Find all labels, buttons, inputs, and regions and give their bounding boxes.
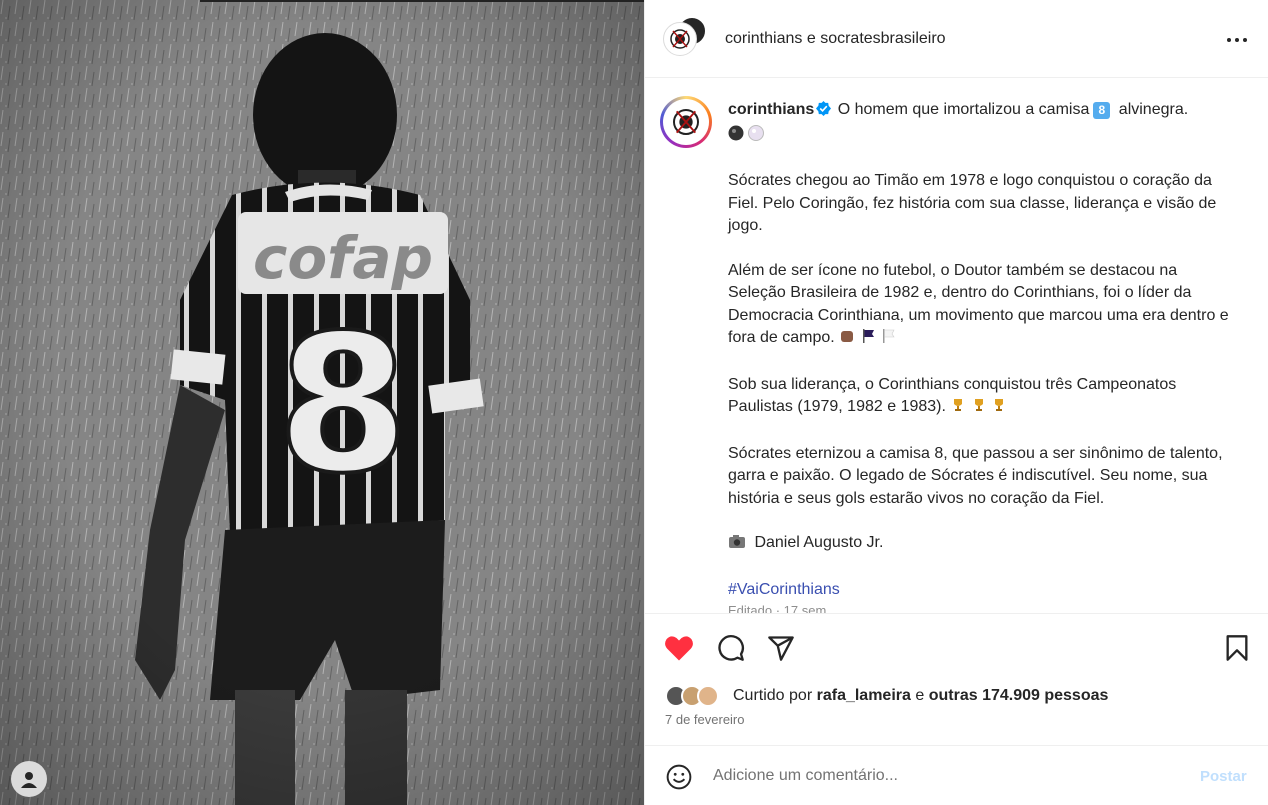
- trophy-emoji: [950, 397, 966, 421]
- white-circle-emoji: [748, 124, 765, 149]
- liked-by-others[interactable]: outras 174.909 pessoas: [929, 687, 1109, 705]
- post-image[interactable]: cofap 8: [0, 0, 644, 805]
- liked-by-user[interactable]: rafa_lameira: [817, 687, 911, 705]
- liked-by-and: e: [915, 687, 925, 704]
- trophy-emoji: [991, 397, 1007, 421]
- avatar: [697, 685, 719, 707]
- caption-username[interactable]: corinthians: [728, 101, 814, 118]
- edited-timestamp: Editado · 17 sem: [728, 603, 827, 613]
- author-sep: e: [806, 30, 816, 47]
- liked-by-row[interactable]: Curtido por rafa_lameira e outras 174.90…: [665, 684, 1108, 708]
- verified-badge-icon: [816, 101, 832, 124]
- collab-username[interactable]: socratesbrasileiro: [820, 30, 945, 47]
- liked-by-avatars[interactable]: [665, 685, 729, 707]
- photo-credit: Daniel Augusto Jr.: [728, 532, 1238, 557]
- hashtag-link[interactable]: #VaiCorinthians: [728, 579, 1238, 602]
- caption-paragraph-1: Sócrates chegou ao Timão em 1978 e logo …: [728, 172, 1217, 234]
- post-date[interactable]: 7 de fevereiro: [665, 712, 745, 727]
- caption-avatar[interactable]: [660, 96, 712, 148]
- post-author-line[interactable]: corinthians e socratesbrasileiro: [725, 30, 946, 48]
- caption-line1-end: alvinegra.: [1118, 101, 1189, 118]
- profile-avatar-icon[interactable]: [11, 761, 47, 797]
- bookmark-icon[interactable]: [1221, 632, 1253, 664]
- liked-by-prefix: Curtido por: [733, 687, 813, 704]
- heart-filled-icon[interactable]: [663, 632, 695, 664]
- caption-paragraph-2: Além de ser ícone no futebol, o Doutor t…: [728, 260, 1238, 352]
- caption-paragraph-4: Sócrates eternizou a camisa 8, que passo…: [728, 444, 1223, 507]
- corinthians-crest-icon: [673, 109, 699, 135]
- post-comment-button[interactable]: Postar: [1200, 768, 1247, 785]
- post-header: corinthians e socratesbrasileiro: [645, 0, 1268, 78]
- caption-line1: O homem que imortalizou a camisa: [837, 101, 1090, 118]
- emoji-picker-icon[interactable]: [665, 763, 693, 791]
- keycap-8-emoji: 8: [1093, 102, 1111, 119]
- caption-text: corinthians O homem que imortalizou a ca…: [728, 99, 1238, 601]
- photo-credit-name: Daniel Augusto Jr.: [754, 534, 884, 551]
- author-username[interactable]: corinthians: [725, 30, 802, 47]
- caption-paragraph-2-text: Além de ser ícone no futebol, o Doutor t…: [728, 261, 1229, 347]
- send-icon[interactable]: [765, 632, 797, 664]
- black-flag-emoji: [860, 328, 876, 352]
- caption-paragraph-3: Sob sua liderança, o Corinthians conquis…: [728, 374, 1238, 421]
- white-flag-emoji: [880, 328, 896, 352]
- comment-input[interactable]: [713, 764, 1173, 788]
- comment-icon[interactable]: [715, 632, 747, 664]
- post-photo: cofap 8: [0, 0, 644, 805]
- corinthians-crest-icon: [670, 29, 690, 49]
- caption-scroll-area[interactable]: corinthians O homem que imortalizou a ca…: [645, 79, 1268, 613]
- corinthians-avatar[interactable]: [663, 22, 697, 56]
- post-details-panel: corinthians e socratesbrasileiro corinth…: [644, 0, 1268, 805]
- comment-bar: Postar: [645, 745, 1268, 805]
- raised-fist-emoji: [839, 328, 855, 352]
- trophy-emoji: [971, 397, 987, 421]
- post-actions: Curtido por rafa_lameira e outras 174.90…: [645, 613, 1268, 745]
- black-circle-emoji: [728, 125, 744, 149]
- camera-emoji: [728, 533, 746, 557]
- more-horizontal-icon[interactable]: [1225, 28, 1249, 52]
